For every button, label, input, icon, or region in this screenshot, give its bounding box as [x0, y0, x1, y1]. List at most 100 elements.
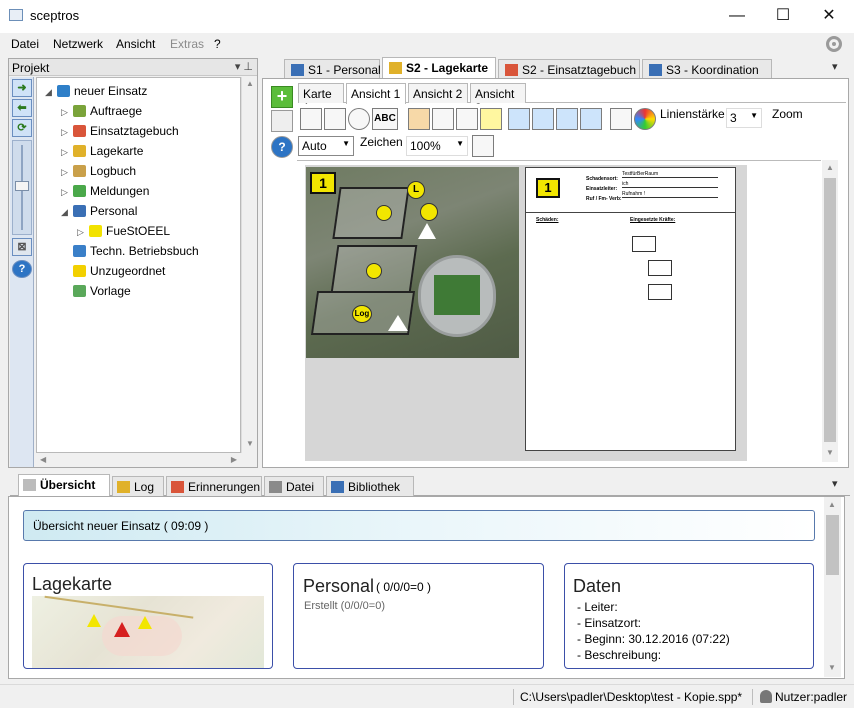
scroll-up-icon[interactable]: ▲: [822, 163, 838, 172]
map-marker-vehicle-1[interactable]: [376, 205, 392, 221]
tree-item[interactable]: ▷ Logbuch: [61, 164, 136, 178]
collapsed-arrow-icon[interactable]: ▷: [61, 147, 73, 158]
project-tree-horizontal-scrollbar[interactable]: ◀ ▶: [36, 453, 241, 467]
maximize-button[interactable]: ☐: [760, 0, 806, 31]
sync-icon[interactable]: ⟳: [12, 119, 32, 137]
collapsed-arrow-icon[interactable]: ▷: [61, 167, 73, 178]
bottom-tab[interactable]: Erinnerungen: [166, 476, 262, 496]
collapsed-arrow-icon[interactable]: ▷: [77, 227, 89, 238]
scroll-right-icon[interactable]: ▶: [231, 455, 237, 464]
minimize-button[interactable]: —: [714, 0, 760, 31]
collapsed-arrow-icon[interactable]: ▷: [61, 187, 73, 198]
tree-item[interactable]: ▷ FueStOEEL: [77, 224, 170, 238]
scroll-up-icon[interactable]: ▲: [242, 79, 258, 88]
lagekarte-card[interactable]: Lagekarte: [23, 563, 273, 669]
symbol-icon[interactable]: [432, 108, 454, 130]
warning-triangle-icon[interactable]: [418, 223, 436, 239]
menu-netzwerk[interactable]: Netzwerk: [53, 37, 103, 51]
undo-icon[interactable]: [508, 108, 530, 130]
expanded-arrow-icon[interactable]: ◢: [61, 207, 73, 218]
scroll-left-icon[interactable]: ◀: [40, 455, 46, 464]
zeichen-select[interactable]: 100% ▼: [406, 136, 468, 156]
project-tree-vertical-scrollbar[interactable]: ▲ ▼: [241, 77, 257, 453]
group-icon[interactable]: [580, 108, 602, 130]
scroll-up-icon[interactable]: ▲: [824, 500, 840, 509]
document-tab[interactable]: S2 - Einsatztagebuch: [498, 59, 640, 79]
view-tab[interactable]: Ansicht 3: [470, 83, 526, 115]
print-icon[interactable]: [271, 110, 293, 132]
scroll-down-icon[interactable]: ▼: [242, 439, 258, 448]
bring-front-icon[interactable]: [532, 108, 554, 130]
bottom-tab[interactable]: Datei: [264, 476, 324, 496]
menu-ansicht[interactable]: Ansicht: [116, 37, 155, 51]
unit-sign-icon[interactable]: [648, 260, 672, 276]
scroll-down-icon[interactable]: ▼: [822, 448, 838, 457]
scroll-thumb[interactable]: [826, 515, 839, 575]
document-tab[interactable]: S2 - Lagekarte: [382, 57, 496, 79]
tree-item[interactable]: ◢ Personal: [61, 204, 137, 218]
map-marker-command[interactable]: [420, 203, 438, 221]
auto-select[interactable]: Auto ▼: [298, 136, 354, 156]
view-tab[interactable]: Ansicht 2: [408, 83, 468, 103]
menu-help[interactable]: ?: [214, 37, 221, 51]
canvas-vertical-scrollbar[interactable]: ▲ ▼: [822, 160, 838, 462]
layout-icon[interactable]: [456, 108, 478, 130]
tree-item[interactable]: ▷ Lagekarte: [61, 144, 143, 158]
tree-item[interactable]: ◢ neuer Einsatz: [45, 84, 147, 98]
send-back-icon[interactable]: [556, 108, 578, 130]
settings-gear-icon[interactable]: [826, 36, 842, 52]
menu-datei[interactable]: Datei: [11, 37, 39, 51]
tree-item[interactable]: Unzugeordnet: [61, 264, 165, 278]
document-tab[interactable]: S3 - Koordination: [642, 59, 772, 79]
arrow-right-icon[interactable]: ➜: [12, 79, 32, 97]
draw-line-icon[interactable]: [300, 108, 322, 130]
collapsed-arrow-icon[interactable]: ▷: [61, 107, 73, 118]
map-marker-vehicle-2[interactable]: [366, 263, 382, 279]
warning-triangle-icon[interactable]: [388, 315, 408, 331]
bottom-tab[interactable]: Bibliothek: [326, 476, 414, 496]
place-sign-icon[interactable]: [472, 135, 494, 157]
situation-sheet[interactable]: 1 Schäden: Eingesetzte Kräfte: Schadenso…: [525, 167, 736, 451]
add-icon[interactable]: +: [271, 86, 293, 108]
color-icon[interactable]: [634, 108, 656, 130]
note-icon[interactable]: [480, 108, 502, 130]
scroll-down-icon[interactable]: ▼: [824, 663, 840, 672]
text-abc-button[interactable]: ABC: [372, 108, 398, 130]
map-marker-1[interactable]: 1: [310, 172, 336, 194]
zoom-slider[interactable]: [12, 140, 32, 235]
tree-item[interactable]: ▷ Auftraege: [61, 104, 142, 118]
personal-card[interactable]: Personal ( 0/0/0=0 ) Erstellt (0/0/0=0): [293, 563, 544, 669]
expanded-arrow-icon[interactable]: ◢: [45, 87, 57, 98]
fit-icon[interactable]: ⊠: [12, 238, 32, 256]
map-help-icon[interactable]: ?: [271, 136, 293, 158]
slider-thumb[interactable]: [15, 181, 29, 191]
unit-sign-icon[interactable]: [632, 236, 656, 252]
unit-sign-icon[interactable]: [648, 284, 672, 300]
draw-circle-icon[interactable]: [348, 108, 370, 130]
tree-item[interactable]: ▷ Meldungen: [61, 184, 149, 198]
tree-item[interactable]: ▷ Einsatztagebuch: [61, 124, 179, 138]
collapsed-arrow-icon[interactable]: ▷: [61, 127, 73, 138]
font-icon[interactable]: [610, 108, 632, 130]
close-button[interactable]: ✕: [806, 0, 852, 31]
bottom-tabs-menu-icon[interactable]: ▾: [832, 477, 838, 490]
tree-item[interactable]: Vorlage: [61, 284, 131, 298]
line-width-select[interactable]: 3 ▼: [726, 108, 762, 128]
overview-vertical-scrollbar[interactable]: ▲ ▼: [824, 497, 841, 677]
pin-icon[interactable]: ▾ ⊥: [235, 60, 253, 73]
help-icon[interactable]: ?: [12, 260, 32, 278]
map-marker-log[interactable]: Log: [352, 305, 372, 323]
daten-card[interactable]: Daten - Leiter: - Einsatzort: - Beginn: …: [564, 563, 814, 669]
bottom-tab[interactable]: Übersicht: [18, 474, 110, 496]
tree-item[interactable]: Techn. Betriebsbuch: [61, 244, 199, 258]
view-tab[interactable]: Ansicht 1: [346, 83, 406, 104]
arrow-left-icon[interactable]: ⬅: [12, 99, 32, 117]
view-tab[interactable]: Karte 1: [298, 83, 344, 115]
draw-rectangle-icon[interactable]: [324, 108, 346, 130]
scroll-thumb[interactable]: [824, 178, 836, 442]
menu-extras[interactable]: Extras: [170, 37, 204, 51]
bottom-tab[interactable]: Log: [112, 476, 164, 496]
map-marker-l[interactable]: L: [407, 181, 425, 199]
document-tab[interactable]: S1 - Personal: [284, 59, 381, 79]
fill-icon[interactable]: [408, 108, 430, 130]
